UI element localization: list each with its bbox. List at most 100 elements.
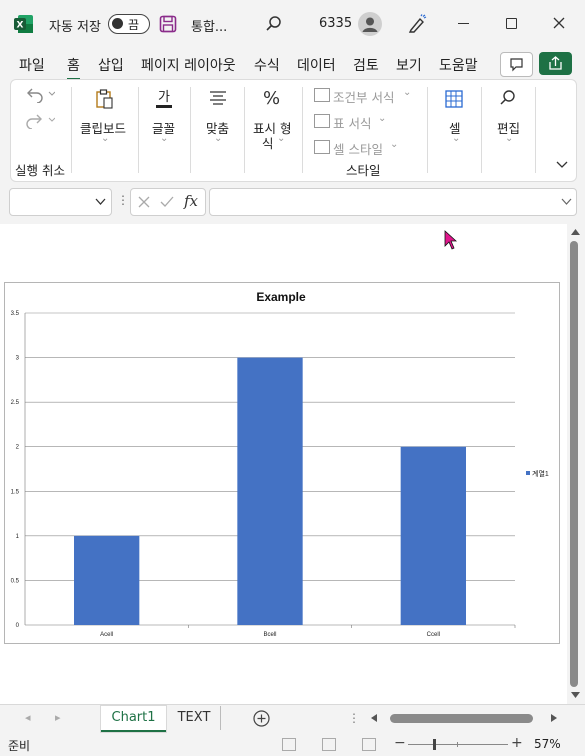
mouse-cursor-icon	[444, 230, 458, 250]
y-tick-label: 2.5	[11, 400, 20, 406]
chevron-down-icon: ⌄	[101, 133, 110, 144]
autosave-label: 자동 저장	[49, 20, 101, 35]
scroll-down-icon[interactable]	[570, 691, 581, 699]
y-tick-label: 0.5	[11, 578, 20, 584]
chevron-down-icon: ⌄	[214, 133, 223, 144]
y-tick-label: 2	[16, 445, 20, 451]
tab-file[interactable]: 파일	[19, 55, 45, 75]
table-format-icon	[314, 114, 330, 128]
tab-formulas[interactable]: 수식	[254, 55, 280, 75]
tab-help[interactable]: 도움말	[439, 55, 478, 75]
align-icon[interactable]	[209, 91, 227, 105]
avatar[interactable]	[358, 12, 382, 36]
clipboard-icon[interactable]	[95, 89, 113, 109]
table-format-button[interactable]: 표 서식	[333, 113, 371, 132]
ribbon-expand-icon[interactable]	[556, 161, 568, 169]
vertical-scroll-thumb[interactable]	[570, 241, 578, 687]
status-ready: 준비	[8, 739, 31, 753]
zoom-level[interactable]: 57%	[534, 737, 561, 751]
zoom-in-icon[interactable]: +	[511, 735, 523, 751]
chevron-down-icon: ⌄	[378, 113, 387, 124]
chevron-down-icon	[95, 198, 106, 205]
share-icon	[549, 56, 562, 70]
vertical-scrollbar[interactable]	[567, 224, 585, 704]
font-icon[interactable]: 가	[154, 88, 174, 110]
next-sheet-icon[interactable]: ▸	[55, 711, 61, 724]
title-bar: X 자동 저장 끔 통합... 6335	[0, 0, 585, 48]
formula-input[interactable]	[209, 188, 577, 216]
minimize-icon[interactable]	[458, 23, 469, 24]
x-tick-label: Acell	[100, 632, 113, 638]
enter-check-icon[interactable]	[160, 196, 174, 208]
status-bar: 준비 − + 57%	[0, 734, 585, 756]
zoom-slider-handle[interactable]	[433, 739, 436, 750]
page-break-view-icon[interactable]	[362, 738, 376, 751]
legend-swatch	[526, 471, 530, 475]
sheet-tab-text[interactable]: TEXT	[168, 706, 221, 730]
y-tick-label: 1.5	[11, 489, 20, 495]
undo-group-label: 실행 취소	[15, 163, 65, 178]
cell-styles-icon	[314, 140, 330, 154]
autosave-toggle[interactable]: 끔	[108, 14, 150, 34]
chevron-down-icon	[561, 198, 572, 205]
insert-function-icon[interactable]: fx	[184, 192, 198, 210]
tab-insert[interactable]: 삽입	[98, 55, 124, 75]
user-number: 6335	[319, 16, 353, 31]
tab-home[interactable]: 홈	[67, 55, 80, 81]
scroll-right-icon[interactable]	[550, 713, 558, 723]
file-name[interactable]: 통합...	[191, 16, 227, 35]
y-tick-label: 1	[16, 534, 20, 540]
bar-ccell	[400, 446, 466, 625]
tab-data[interactable]: 데이터	[297, 55, 336, 75]
name-box[interactable]	[9, 188, 112, 216]
chevron-down-icon: ⌄	[505, 133, 514, 144]
scroll-up-icon[interactable]	[570, 228, 581, 236]
find-icon[interactable]	[499, 89, 517, 107]
normal-view-icon[interactable]	[282, 738, 296, 751]
autosave-toggle-state: 끔	[128, 18, 140, 32]
chart[interactable]: Example 0 0.5 1 1.5 2 2.5 3 3.5 Acell Bcell Ccell 계…	[4, 282, 560, 644]
cancel-icon[interactable]	[138, 196, 150, 208]
zoom-slider[interactable]	[408, 739, 508, 750]
search-icon[interactable]	[265, 15, 283, 33]
close-icon[interactable]	[553, 17, 565, 29]
conditional-format-button[interactable]: 조건부 서식	[333, 87, 394, 106]
horizontal-scrollbar[interactable]	[366, 710, 564, 726]
comments-button[interactable]	[500, 52, 533, 77]
percent-icon[interactable]: %	[263, 88, 280, 109]
share-button[interactable]	[539, 52, 572, 75]
more-options-icon[interactable]: ⋮	[117, 193, 129, 207]
scroll-left-icon[interactable]	[370, 713, 378, 723]
zoom-out-icon[interactable]: −	[394, 735, 406, 751]
cells-icon[interactable]	[445, 90, 463, 108]
chart-svg: Example 0 0.5 1 1.5 2 2.5 3 3.5 Acell Bcell Ccell 계…	[11, 290, 549, 638]
save-icon[interactable]	[159, 15, 177, 33]
chevron-down-icon: ⌄	[403, 87, 412, 98]
horizontal-scroll-thumb[interactable]	[390, 714, 533, 723]
formula-buttons: fx	[130, 188, 206, 216]
page-layout-view-icon[interactable]	[322, 738, 336, 751]
chevron-down-icon: ⌄	[277, 133, 286, 144]
legend-label: 계열1	[532, 469, 549, 478]
svg-text:X: X	[17, 21, 24, 31]
styles-group-label: 스타일	[346, 163, 381, 178]
chevron-down-icon: ⌄	[390, 139, 399, 150]
chevron-down-icon: ⌄	[160, 133, 169, 144]
prev-sheet-icon[interactable]: ◂	[25, 711, 31, 724]
redo-icon[interactable]	[25, 111, 55, 129]
add-sheet-icon[interactable]	[253, 710, 270, 727]
chevron-down-icon: ⌄	[452, 133, 461, 144]
number-format-button-line2: 식	[262, 136, 274, 151]
sheet-tab-chart1[interactable]: Chart1	[101, 706, 166, 732]
tab-review[interactable]: 검토	[353, 55, 379, 75]
maximize-icon[interactable]	[506, 18, 517, 29]
tab-page-layout[interactable]: 페이지 레이아웃	[141, 55, 236, 75]
tab-view[interactable]: 보기	[396, 55, 422, 75]
cell-styles-button[interactable]: 셀 스타일	[333, 139, 383, 158]
bar-acell	[74, 535, 140, 625]
y-tick-label: 3.5	[11, 311, 20, 317]
svg-text:가: 가	[158, 90, 170, 105]
designer-pen-icon[interactable]	[407, 14, 427, 34]
undo-icon[interactable]	[25, 85, 55, 103]
tab-splitter-icon[interactable]: ⋮	[348, 711, 360, 725]
